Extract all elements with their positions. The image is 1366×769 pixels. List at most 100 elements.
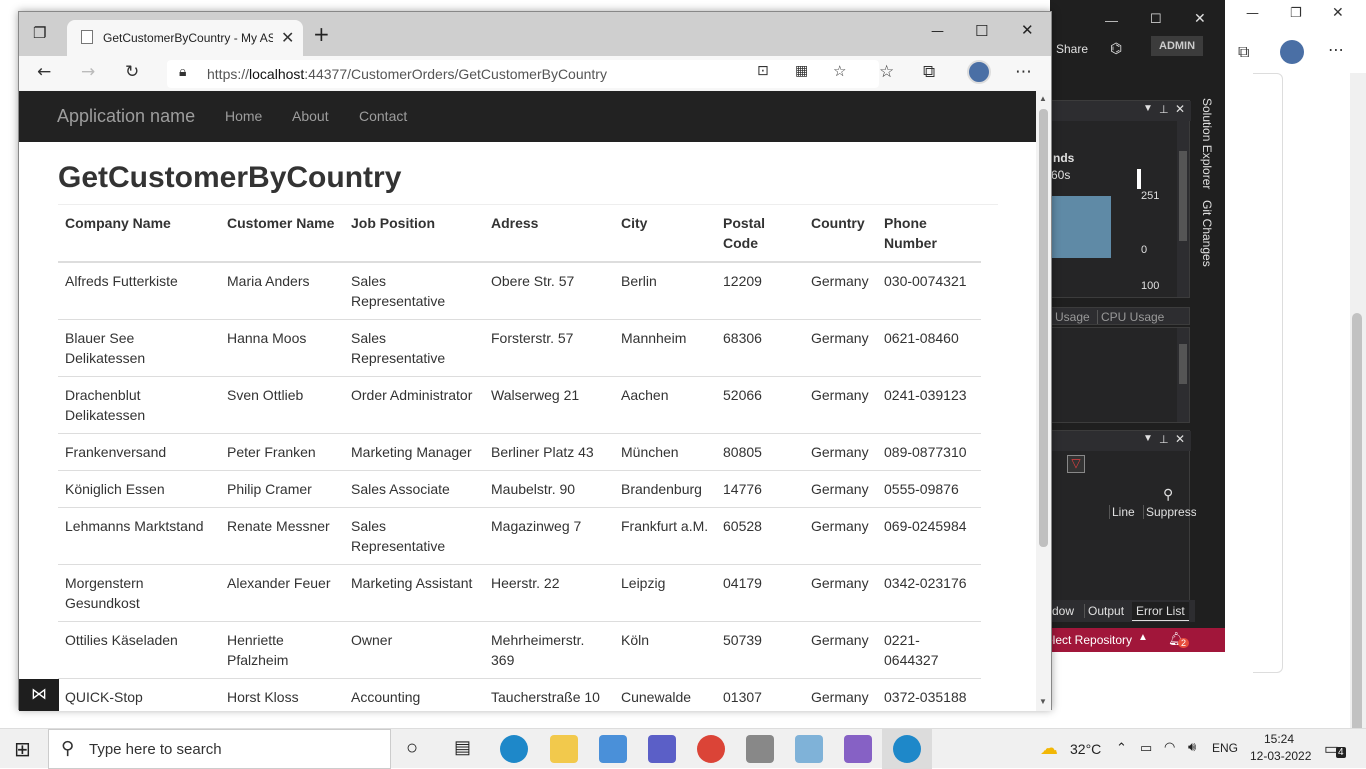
notepad-icon[interactable] — [746, 735, 774, 763]
column-suppress[interactable]: Suppress — [1143, 505, 1197, 519]
cell-city: Brandenburg — [614, 470, 716, 508]
more-icon[interactable]: ⋯ — [1328, 40, 1344, 59]
profile-avatar[interactable] — [1280, 40, 1304, 64]
task-view-icon[interactable]: ▤ — [454, 737, 471, 758]
maximize-icon[interactable]: ☐ — [975, 22, 988, 40]
cell-company-name: Frankenversand — [58, 433, 220, 471]
visual-studio-taskbar-icon[interactable] — [844, 735, 872, 763]
back-icon[interactable]: ← — [37, 62, 51, 82]
select-repository[interactable]: elect Repository — [1046, 633, 1132, 647]
app-icon[interactable] — [795, 735, 823, 763]
battery-icon[interactable]: ▭ — [1140, 740, 1152, 756]
store-icon[interactable] — [599, 735, 627, 763]
brand-link[interactable]: Application name — [57, 106, 195, 127]
cell-country: Germany — [804, 678, 877, 711]
pin-icon[interactable]: ⊥ — [1159, 433, 1169, 446]
cortana-icon[interactable]: ○ — [406, 737, 418, 760]
url-text[interactable]: https://localhost:44377/CustomerOrders/G… — [207, 66, 607, 82]
volume-icon[interactable]: 🔊︎ — [1188, 739, 1196, 755]
cell-postal-code: 50739 — [716, 621, 804, 679]
pane-close-icon[interactable]: ✕ — [1175, 102, 1185, 116]
language-indicator[interactable]: ENG — [1212, 741, 1238, 755]
edge-active-icon[interactable] — [893, 735, 921, 763]
clock-date[interactable]: 12-03-2022 — [1250, 749, 1311, 763]
chevron-up-icon[interactable]: ⌃ — [1116, 740, 1127, 756]
refresh-icon[interactable]: ↻ — [125, 62, 139, 82]
edge-icon[interactable] — [500, 735, 528, 763]
clock-time[interactable]: 15:24 — [1264, 732, 1294, 746]
solution-explorer-tab[interactable]: Solution Explorer — [1200, 98, 1214, 189]
diagnostics-scrollbar[interactable] — [1177, 121, 1189, 297]
taskbar-search[interactable]: ⚲ Type here to search — [48, 729, 391, 769]
share-button[interactable]: Share — [1056, 42, 1088, 56]
pane-close-icon[interactable]: ✕ — [1175, 432, 1185, 446]
nav-home[interactable]: Home — [225, 108, 262, 124]
tab-actions-icon[interactable]: ❐ — [33, 24, 46, 42]
page-scrollbar[interactable]: ▲ ▼ — [1036, 91, 1051, 711]
scroll-down-icon[interactable]: ▼ — [1039, 697, 1047, 706]
scroll-up-icon[interactable]: ▲ — [1039, 94, 1047, 103]
cell-phone-number: 0342-023176 — [877, 564, 981, 622]
tab-usage[interactable]: Usage — [1055, 310, 1090, 324]
dropdown-icon[interactable]: ▼ — [1143, 103, 1153, 114]
close-icon[interactable]: ✕ — [1332, 5, 1344, 21]
background-scrollbar[interactable] — [1350, 73, 1366, 733]
vs-close-icon[interactable]: ✕ — [1194, 10, 1206, 27]
nav-about[interactable]: About — [292, 108, 329, 124]
vs-minimize-icon[interactable]: — — [1105, 13, 1118, 28]
qr-code-icon[interactable]: ▦ — [795, 63, 808, 79]
cell-country: Germany — [804, 507, 877, 565]
new-tab-icon[interactable]: + — [313, 22, 330, 46]
minimize-icon[interactable]: — — [931, 24, 944, 39]
search-icon[interactable]: ⚲ — [1163, 486, 1173, 503]
more-icon[interactable]: ⋯ — [1015, 62, 1032, 82]
weather-icon[interactable]: ☁ — [1040, 738, 1058, 759]
events-scrollbar[interactable] — [1177, 328, 1189, 422]
feedback-icon[interactable]: ⌬ — [1110, 40, 1122, 57]
temperature[interactable]: 32°C — [1070, 741, 1101, 757]
browser-tab[interactable]: GetCustomerByCountry - My ASP.NET Applic… — [67, 20, 303, 56]
tab-close-icon[interactable]: ✕ — [281, 28, 294, 48]
close-icon[interactable]: ✕ — [1021, 21, 1034, 39]
dropdown-icon[interactable]: ▼ — [1143, 433, 1153, 444]
restore-icon[interactable]: ❐ — [1290, 6, 1302, 21]
search-icon: ⚲ — [61, 738, 75, 759]
visual-studio-icon[interactable]: ⋈ — [19, 679, 59, 711]
cell-company-name: Drachenblut Delikatessen — [58, 376, 220, 434]
cell-customer-name: Peter Franken — [220, 433, 344, 471]
wifi-icon[interactable]: ◠ — [1164, 739, 1175, 755]
windows-start-icon[interactable]: ⊞ — [14, 737, 31, 761]
filter-icon[interactable]: ▽ — [1067, 455, 1085, 473]
col-job-position: Job Position — [344, 205, 484, 263]
add-favorite-icon[interactable]: ☆ — [833, 62, 846, 80]
profile-avatar[interactable] — [967, 60, 991, 84]
admin-badge[interactable]: ADMIN — [1151, 36, 1204, 56]
scroll-thumb[interactable] — [1039, 109, 1048, 547]
nav-contact[interactable]: Contact — [359, 108, 407, 124]
collections-icon[interactable]: ⧉ — [1238, 42, 1249, 62]
vs-status-bar: elect Repository ▲ 🔔︎ 2 — [1040, 628, 1225, 652]
lock-icon[interactable]: 🔒︎ — [179, 64, 186, 80]
tab-error-list[interactable]: Error List — [1132, 602, 1189, 621]
cell-postal-code: 60528 — [716, 507, 804, 565]
favorites-icon[interactable]: ☆ — [879, 62, 894, 82]
app-available-icon[interactable]: ⊡ — [757, 63, 769, 79]
column-line[interactable]: Line — [1109, 505, 1135, 519]
teams-icon[interactable] — [648, 735, 676, 763]
minimize-icon[interactable]: — — [1246, 6, 1259, 21]
cell-customer-name: Henriette Pfalzheim — [220, 621, 344, 679]
forward-icon[interactable]: → — [81, 62, 95, 82]
chrome-icon[interactable] — [697, 735, 725, 763]
collections-icon[interactable]: ⧉ — [923, 62, 935, 82]
pin-icon[interactable]: ⊥ — [1159, 103, 1169, 116]
url-bar[interactable]: 🔒︎ https://localhost:44377/CustomerOrder… — [167, 60, 879, 88]
tab-cpu-usage[interactable]: CPU Usage — [1097, 310, 1164, 324]
chevron-up-icon[interactable]: ▲ — [1138, 632, 1148, 643]
cell-address: Obere Str. 57 — [484, 261, 614, 320]
background-scroll-thumb[interactable] — [1352, 313, 1362, 733]
tab-output[interactable]: Output — [1084, 604, 1124, 618]
vs-maximize-icon[interactable]: ☐ — [1150, 11, 1162, 27]
tab-window[interactable]: dow — [1052, 604, 1074, 618]
git-changes-tab[interactable]: Git Changes — [1200, 200, 1214, 267]
file-explorer-icon[interactable] — [550, 735, 578, 763]
